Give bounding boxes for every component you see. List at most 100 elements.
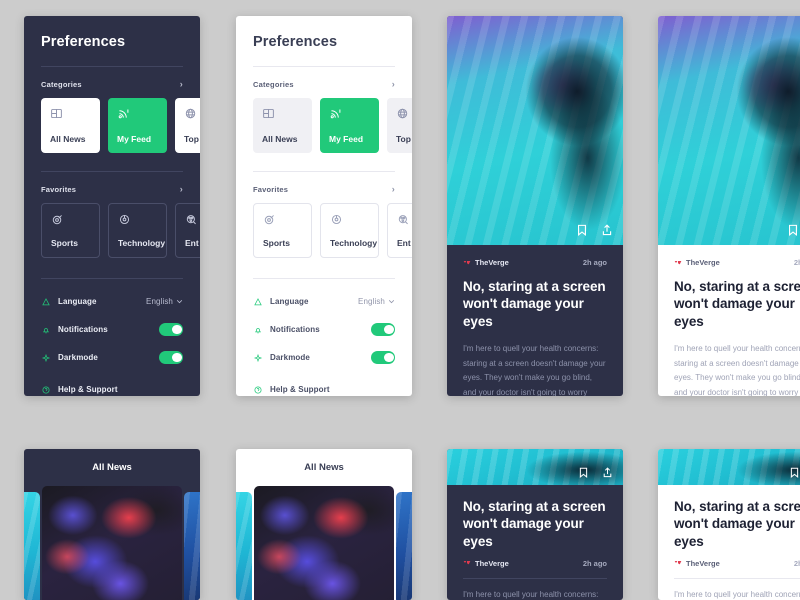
category-tile-all-news[interactable]: All News xyxy=(41,98,100,153)
chevron-right-icon[interactable]: › xyxy=(392,185,395,194)
article-headline[interactable]: No, staring at a screen won't damage you… xyxy=(674,498,800,550)
setting-label: Language xyxy=(270,297,309,306)
section-header-categories[interactable]: Categories › xyxy=(253,80,395,90)
carousel-slide-active[interactable] xyxy=(42,486,182,600)
toggle-knob xyxy=(384,352,394,363)
chevron-right-icon[interactable]: › xyxy=(180,80,183,89)
tile-label: Technology xyxy=(118,238,166,248)
toggle-knob xyxy=(172,324,182,335)
bookmark-icon[interactable] xyxy=(787,223,799,237)
article-body: I'm here to quell your health concerns: … xyxy=(463,343,606,396)
favorite-tile-sports[interactable]: Sports xyxy=(253,203,312,258)
section-label: Favorites xyxy=(253,185,289,194)
article-source[interactable]: TheVerge xyxy=(463,258,509,267)
setting-row-help[interactable]: Help & Support xyxy=(253,382,395,396)
feed-rss-icon xyxy=(330,109,341,119)
category-tile-top[interactable]: Top xyxy=(175,98,200,153)
article-headline[interactable]: No, staring at a screen won't damage you… xyxy=(674,278,800,330)
category-tile-my-feed[interactable]: My Feed xyxy=(320,98,379,153)
article-card-dark: TheVerge 2h ago No, staring at a screen … xyxy=(447,16,623,396)
section-label: Categories xyxy=(41,80,82,89)
setting-row-notifications[interactable]: Notifications xyxy=(41,322,183,337)
favorite-tile-entertainment[interactable]: Ent xyxy=(387,203,412,258)
help-circle-icon xyxy=(42,386,50,393)
chevron-down-icon xyxy=(176,300,183,304)
article-source[interactable]: TheVerge xyxy=(463,559,509,568)
film-reel-icon xyxy=(398,215,408,225)
headline-line-2: won't damage your eyes xyxy=(463,296,584,329)
category-tile-my-feed[interactable]: My Feed xyxy=(108,98,167,153)
article-source[interactable]: TheVerge xyxy=(674,559,720,568)
tile-label: All News xyxy=(50,134,86,144)
darkmode-toggle[interactable] xyxy=(159,351,183,364)
section-header-favorites[interactable]: Favorites › xyxy=(253,185,395,195)
article-timestamp: 2h ago xyxy=(582,258,607,267)
theverge-logo-icon xyxy=(674,561,682,565)
carousel-title: All News xyxy=(304,462,344,473)
article-timestamp: 2h ago xyxy=(582,558,607,568)
favorite-tile-entertainment[interactable]: Ent xyxy=(175,203,200,258)
category-tile-all-news[interactable]: All News xyxy=(253,98,312,153)
setting-label: Darkmode xyxy=(270,353,310,362)
preferences-panel-light: Preferences Categories › All News My Fee… xyxy=(236,16,412,396)
globe-icon xyxy=(397,108,408,119)
hero-photo xyxy=(447,16,623,245)
setting-row-language[interactable]: Language English xyxy=(41,294,183,309)
chevron-right-icon[interactable]: › xyxy=(180,185,183,194)
bookmark-icon[interactable] xyxy=(789,466,800,479)
translate-icon xyxy=(254,297,262,305)
article-source-name: TheVerge xyxy=(686,258,720,267)
article-hero-image xyxy=(658,449,800,485)
headline-line-1: No, staring at a screen xyxy=(674,499,800,514)
favorite-tile-sports[interactable]: Sports xyxy=(41,203,100,258)
carousel-track[interactable] xyxy=(24,486,200,600)
chevron-right-icon[interactable]: › xyxy=(392,80,395,89)
setting-row-language[interactable]: Language English xyxy=(253,294,395,309)
setting-row-help[interactable]: Help & Support xyxy=(41,382,183,396)
section-header-categories[interactable]: Categories › xyxy=(41,80,183,90)
article-headline[interactable]: No, staring at a screen won't damage you… xyxy=(463,278,607,330)
section-header-favorites[interactable]: Favorites › xyxy=(41,185,183,195)
notifications-toggle[interactable] xyxy=(371,323,395,336)
article-source[interactable]: TheVerge xyxy=(674,258,720,267)
carousel-slide-next[interactable] xyxy=(396,492,412,600)
hero-photo xyxy=(658,449,800,485)
carousel-slide-next[interactable] xyxy=(184,492,200,600)
setting-label: Help & Support xyxy=(58,385,118,394)
hero-action-bar xyxy=(576,223,613,237)
bookmark-icon[interactable] xyxy=(576,223,588,237)
target-icon xyxy=(264,215,274,225)
carousel-track[interactable] xyxy=(236,486,412,600)
page-title: Preferences xyxy=(41,34,126,50)
setting-label: Language xyxy=(58,297,97,306)
setting-row-darkmode[interactable]: Darkmode xyxy=(253,350,395,365)
setting-row-notifications[interactable]: Notifications xyxy=(253,322,395,337)
language-select[interactable]: English xyxy=(146,297,183,306)
tile-label: Sports xyxy=(51,238,78,248)
hero-action-bar xyxy=(789,466,800,479)
article-hero-image xyxy=(658,16,800,245)
bookmark-icon[interactable] xyxy=(578,466,589,479)
darkmode-toggle[interactable] xyxy=(371,351,395,364)
news-layout-icon xyxy=(51,108,62,119)
setting-label: Notifications xyxy=(270,325,320,334)
bell-icon xyxy=(255,327,261,333)
share-icon[interactable] xyxy=(601,223,613,237)
carousel-slide-prev[interactable] xyxy=(24,492,40,600)
news-carousel-dark: All News xyxy=(24,449,200,600)
share-icon[interactable] xyxy=(602,466,613,479)
carousel-slide-prev[interactable] xyxy=(236,492,252,600)
article-timestamp: 2h ago xyxy=(793,558,800,568)
theverge-logo-icon xyxy=(463,260,471,264)
favorite-tile-technology[interactable]: Technology xyxy=(320,203,379,258)
category-tile-top[interactable]: Top xyxy=(387,98,412,153)
language-select[interactable]: English xyxy=(358,297,395,306)
setting-row-darkmode[interactable]: Darkmode xyxy=(41,350,183,365)
carousel-slide-active[interactable] xyxy=(254,486,394,600)
article-headline[interactable]: No, staring at a screen won't damage you… xyxy=(463,498,607,550)
article-meta: TheVerge 2h ago xyxy=(674,258,800,267)
globe-icon xyxy=(185,108,196,119)
notifications-toggle[interactable] xyxy=(159,323,183,336)
headline-line-2: won't damage your eyes xyxy=(674,516,795,549)
favorite-tile-technology[interactable]: Technology xyxy=(108,203,167,258)
